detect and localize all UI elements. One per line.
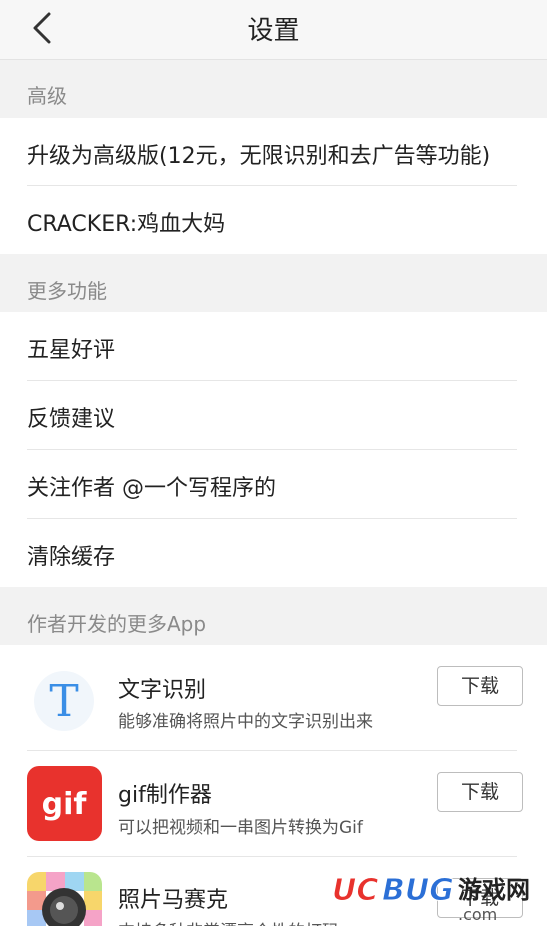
app-description: 可以把视频和一串图片转换为Gif xyxy=(118,818,363,838)
ucbug-watermark-logo: UC BUG 游戏网 .com xyxy=(330,866,545,925)
clear-cache-item[interactable]: 清除缓存 xyxy=(0,519,547,587)
upgrade-premium-item[interactable]: 升级为高级版(12元，无限识别和去广告等功能) xyxy=(0,118,547,186)
app-name: gif制作器 xyxy=(118,783,212,808)
page-title: 设置 xyxy=(247,16,300,46)
section-header-apps: 作者开发的更多App xyxy=(0,587,547,645)
section-header-advanced: 高级 xyxy=(0,60,547,118)
app-item-text-recognition: T 文字识别 能够准确将照片中的文字识别出来 下载 xyxy=(0,645,547,751)
cracker-item[interactable]: CRACKER:鸡血大妈 xyxy=(0,186,547,254)
section-title: 更多功能 xyxy=(27,279,107,303)
app-header: 设置 xyxy=(0,0,547,60)
row-label: CRACKER:鸡血大妈 xyxy=(27,212,226,237)
section-title: 高级 xyxy=(27,84,67,108)
svg-text:游戏网: 游戏网 xyxy=(458,875,530,904)
five-star-review-item[interactable]: 五星好评 xyxy=(0,312,547,381)
row-label: 关注作者 @一个写程序的 xyxy=(27,476,276,501)
svg-text:.com: .com xyxy=(458,905,497,924)
feedback-item[interactable]: 反馈建议 xyxy=(0,381,547,450)
app-name: 文字识别 xyxy=(118,678,207,703)
app-description: 支持多种非常漂亮个性的打码 xyxy=(118,917,339,926)
app-name: 照片马赛克 xyxy=(118,888,229,913)
download-button[interactable]: 下载 xyxy=(437,666,523,706)
section-title: 作者开发的更多App xyxy=(27,612,207,636)
row-label: 清除缓存 xyxy=(27,545,116,570)
svg-text:gif: gif xyxy=(42,787,88,822)
app-item-gif-maker: gif gif制作器 可以把视频和一串图片转换为Gif 下载 xyxy=(0,751,547,856)
photo-mosaic-app-icon[interactable] xyxy=(27,872,102,926)
download-button[interactable]: 下载 xyxy=(437,772,523,812)
section-header-more: 更多功能 xyxy=(0,254,547,312)
gif-maker-app-icon[interactable]: gif xyxy=(27,766,102,841)
row-label: 反馈建议 xyxy=(27,407,116,432)
svg-text:BUG: BUG xyxy=(382,873,454,908)
svg-text:UC: UC xyxy=(332,873,378,908)
app-description: 能够准确将照片中的文字识别出来 xyxy=(118,712,373,732)
row-label: 五星好评 xyxy=(27,338,116,363)
row-label: 升级为高级版(12元，无限识别和去广告等功能) xyxy=(27,144,491,169)
follow-author-item[interactable]: 关注作者 @一个写程序的 xyxy=(0,450,547,519)
svg-text:T: T xyxy=(49,676,78,727)
text-recognition-app-icon[interactable]: T xyxy=(27,664,102,739)
